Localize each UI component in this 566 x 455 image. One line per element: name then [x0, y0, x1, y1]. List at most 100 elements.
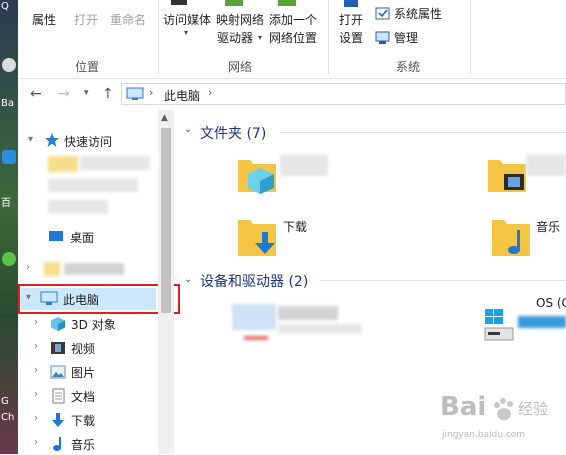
map-drive-button-line2[interactable]: 驱动器 — [217, 31, 253, 45]
film-icon — [51, 342, 65, 354]
recent-locations-chevron-icon[interactable]: ▾ — [84, 88, 89, 98]
desktop-label-bai: 百 — [1, 198, 11, 209]
blurred-drive-space — [278, 324, 362, 334]
nav-label: 视频 — [71, 342, 96, 356]
open-button[interactable]: 打开 — [74, 13, 98, 27]
up-arrow-icon[interactable]: ↑ — [102, 86, 114, 102]
open-settings-button-line2[interactable]: 设置 — [339, 31, 363, 45]
cube-icon — [51, 317, 65, 331]
folder-videos-icon — [488, 160, 526, 192]
pinned-folder-blurred[interactable] — [48, 178, 138, 192]
nav-item-blurred[interactable]: › — [18, 258, 168, 280]
add-network-location-button[interactable]: 添加一个 — [269, 13, 317, 27]
folder-downloads-icon — [238, 220, 276, 256]
map-drive-button[interactable]: 映射网络 — [216, 13, 264, 27]
drive-label: OS (C — [536, 296, 566, 310]
nav-item-quick-access[interactable]: ▾ 快速访问 — [18, 130, 168, 152]
nav-item-videos[interactable]: › 视频 — [18, 337, 168, 359]
system-properties-button[interactable]: 系统属性 — [394, 7, 442, 21]
desktop-label-q: Q — [1, 1, 9, 12]
nav-item-desktop[interactable]: 桌面 — [18, 226, 168, 248]
folder-label: 下载 — [283, 220, 308, 234]
chevron-down-icon[interactable]: ⌄ — [184, 124, 192, 135]
watermark-url: jingyan.baidu.com — [442, 430, 526, 440]
folder-music-icon — [492, 220, 530, 256]
watermark-brand-text: 经验 — [518, 400, 549, 418]
drive-icon — [232, 304, 276, 330]
rename-button[interactable]: 重命名 — [110, 13, 146, 27]
nav-item-3d-objects[interactable]: › 3D 对象 — [18, 313, 168, 335]
blurred-folder-name — [280, 154, 328, 176]
nav-label: 此电脑 — [63, 293, 100, 307]
desktop-label-ch: Ch — [1, 412, 15, 423]
properties-button[interactable]: 属性 — [32, 13, 56, 27]
drive-usage-bar — [518, 316, 566, 328]
scrollbar-thumb[interactable] — [161, 128, 171, 313]
nav-item-documents[interactable]: › 文档 — [18, 385, 168, 407]
folder-item-downloads[interactable]: 下载 — [236, 210, 346, 264]
breadcrumb-chevron-icon[interactable]: › — [208, 86, 212, 99]
nav-label: 音乐 — [71, 438, 96, 452]
chevron-down-icon: ▾ — [184, 28, 189, 37]
nav-item-pictures[interactable]: › 图片 — [18, 361, 168, 383]
blurred-label — [64, 263, 124, 275]
access-media-button[interactable]: 访问媒体 — [163, 13, 211, 27]
desktop-app-icon[interactable] — [2, 58, 16, 72]
group-label-system: 系统 — [396, 60, 421, 74]
this-pc-icon — [126, 87, 144, 100]
manage-icon — [375, 31, 390, 44]
desktop-label-ba: Ba — [1, 98, 14, 109]
chevron-right-icon: › — [34, 317, 38, 328]
map-drive-icon — [225, 0, 243, 6]
forward-arrow-icon[interactable]: → — [58, 86, 70, 102]
chevron-right-icon: › — [34, 365, 38, 376]
manage-button[interactable]: 管理 — [394, 31, 418, 45]
folder-icon — [44, 262, 60, 276]
ribbon-divider — [470, 0, 471, 74]
content-pane: ⌄ 文件夹 (7) 下载 音乐 ⌄ 设备和驱动器 (2) OS (C Bai 经… — [180, 110, 566, 454]
nav-label: 下载 — [71, 414, 96, 428]
download-arrow-icon — [52, 413, 64, 427]
open-settings-button[interactable]: 打开 — [339, 13, 363, 27]
paw-icon — [494, 398, 513, 420]
chevron-right-icon: › — [34, 341, 38, 352]
nav-scrollbar[interactable]: ▲ — [158, 110, 174, 454]
folder-item[interactable] — [236, 150, 286, 202]
drive-item-blurred[interactable] — [230, 296, 370, 350]
desktop-app-icon[interactable] — [2, 150, 16, 164]
music-note-icon — [53, 437, 61, 451]
settings-icon — [344, 0, 358, 7]
chevron-right-icon: › — [34, 437, 38, 448]
group-label-network: 网络 — [228, 60, 253, 74]
chevron-down-icon[interactable]: ⌄ — [184, 274, 192, 285]
ribbon: 属性 打开 重命名 位置 访问媒体 ▾ 映射网络 驱动器 ▾ 添加一个 网络位置… — [18, 0, 566, 79]
drive-usage-bar — [244, 336, 268, 340]
nav-label: 快速访问 — [64, 135, 113, 149]
breadcrumb-this-pc[interactable]: 此电脑 — [164, 87, 200, 104]
pinned-folder-blurred[interactable] — [80, 156, 150, 170]
pinned-folder-blurred[interactable] — [48, 156, 78, 172]
breadcrumb-separator: › — [149, 86, 154, 99]
section-header-devices[interactable]: 设备和驱动器 (2) — [200, 271, 308, 291]
chevron-right-icon: › — [34, 413, 38, 424]
back-arrow-icon[interactable]: ← — [30, 86, 42, 102]
folder-item-music[interactable]: 音乐 — [490, 210, 566, 264]
chevron-right-icon: › — [34, 389, 38, 400]
windows-drive-icon — [484, 309, 514, 341]
nav-label: 桌面 — [70, 231, 95, 245]
ribbon-divider — [158, 0, 159, 74]
address-bar[interactable]: › 此电脑 › — [121, 83, 566, 105]
pinned-folder-blurred[interactable] — [48, 200, 108, 214]
nav-item-music[interactable]: › 音乐 — [18, 433, 168, 455]
nav-item-downloads[interactable]: › 下载 — [18, 409, 168, 431]
add-network-location-button-line2[interactable]: 网络位置 — [269, 31, 317, 45]
section-header-folders[interactable]: 文件夹 (7) — [200, 123, 266, 143]
drive-item-os[interactable]: OS (C — [484, 296, 566, 350]
scroll-up-icon[interactable]: ▲ — [161, 113, 168, 123]
nav-item-this-pc[interactable]: ▾ 此电脑 — [18, 288, 168, 310]
document-icon — [52, 388, 65, 404]
ribbon-divider — [328, 0, 329, 74]
address-row: ← → ▾ ↑ › 此电脑 › — [18, 79, 566, 109]
desktop-app-icon[interactable] — [2, 252, 16, 266]
watermark-brand: Bai — [440, 392, 487, 422]
